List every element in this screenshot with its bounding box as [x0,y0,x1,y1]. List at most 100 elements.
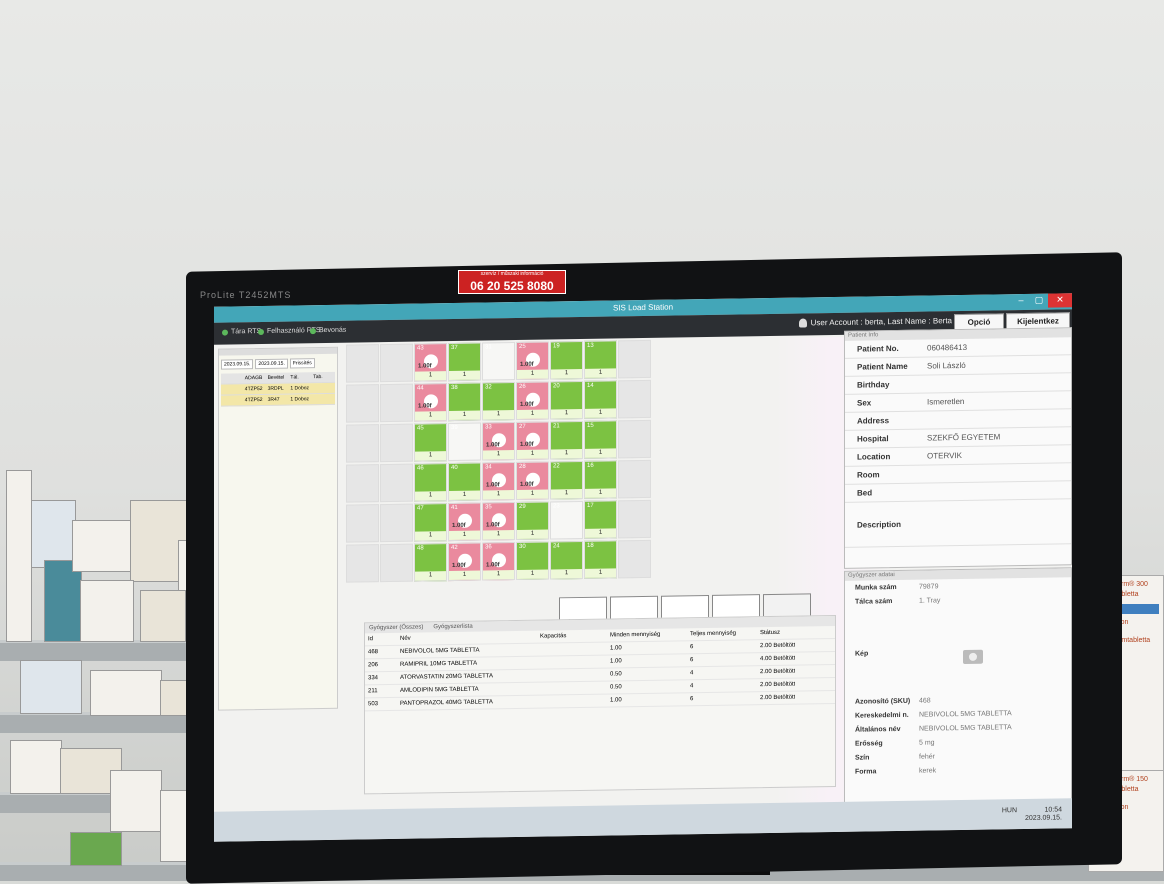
language-indicator[interactable]: HUN [1002,807,1017,823]
tray-cell[interactable]: 37 1 [448,342,481,382]
date-from-input[interactable]: 2023.09.15. [221,359,254,370]
tray-cell[interactable]: 13 1 [584,340,617,379]
window-controls: – ▢ ✕ [1012,293,1072,308]
dose-label: 1.00f [520,361,534,368]
tray-cell[interactable]: 42 1.00f 1 [448,542,481,582]
tray-cell[interactable]: 35 1.00f 1 [482,502,515,541]
tray-cell[interactable]: 43 1.00f 1 [414,343,447,382]
tray-cell-empty[interactable] [346,544,379,583]
cell-count: 1 [517,449,548,459]
tray-cell[interactable]: 14 1 [584,380,617,419]
close-button[interactable]: ✕ [1048,293,1072,308]
tray-cell-empty[interactable] [618,379,651,419]
tray-cell[interactable]: 25 1.00f 1 [516,341,549,380]
cell: 0.50 [610,671,622,678]
tray-cell-empty[interactable] [346,464,379,503]
tray-cell-empty[interactable] [380,343,413,383]
tray-cell[interactable]: 26 1.00f 1 [516,381,549,420]
tray-cell-empty[interactable] [380,543,413,583]
tray-cell[interactable]: 31 [482,342,515,381]
tray-cell[interactable]: 16 1 [584,460,617,499]
tray-cell-empty[interactable] [618,459,651,499]
cell: ATORVASTATIN 20MG TABLETTA [400,673,494,681]
screen: SIS Load Station – ▢ ✕ Tára RTS Felhaszn… [214,293,1072,842]
tray-cell-empty[interactable] [346,424,379,463]
tray-cell[interactable]: 23 [550,500,583,540]
cell: 1 Doboz [290,396,310,403]
tray-cell[interactable]: 18 1 [584,540,617,579]
cell-number: 26 [519,383,526,390]
clock[interactable]: 10:54 2023.09.15. [1025,806,1062,823]
tray-cell[interactable]: 38 1 [448,382,481,422]
cell-count: 1 [551,408,582,419]
tray-cell[interactable]: 15 1 [584,420,617,459]
tray-cell[interactable]: 45 1 [414,423,447,462]
cell-number: 38 [451,384,458,392]
tray-cell-empty[interactable] [618,539,651,579]
date-to-input[interactable]: 2023.09.15. [255,358,288,370]
minimize-button[interactable]: – [1012,293,1030,308]
dose-label: 1.00f [520,441,534,448]
camera-icon[interactable] [963,649,983,664]
column-header [221,373,244,383]
tray-cell[interactable]: 22 1 [550,460,583,500]
tray-cell[interactable]: 27 1.00f 1 [516,421,549,460]
medicine-box [10,740,62,794]
cell: 6 [690,657,694,664]
cell-count: 1 [449,530,480,541]
info-row: Description [845,499,1071,548]
tray-cell-empty[interactable] [618,499,651,539]
info-value: 79879 [919,582,939,591]
tray-cell[interactable]: 17 1 [584,500,617,539]
tray-cell-empty[interactable] [346,384,379,423]
tray-cell[interactable]: 46 1 [414,463,447,502]
tray-cell-empty[interactable] [346,504,379,543]
tray-cell[interactable]: 30 1 [516,541,549,580]
toolbar-item[interactable]: Bevonás [310,327,346,335]
tray-cell[interactable]: 33 1.00f 1 [482,422,515,461]
cell-count: 1 [551,568,582,579]
tray-cell[interactable]: 36 1.00f 1 [482,542,515,581]
tray-cell-empty[interactable] [380,383,413,423]
tray-cell-empty[interactable] [618,419,651,459]
tray-cell-empty[interactable] [380,503,413,543]
tab-list[interactable]: Gyógyszerlista [433,622,472,633]
tray-cell[interactable]: 19 1 [550,340,583,380]
tray-cell[interactable]: 28 1.00f 1 [516,461,549,500]
tray-cell[interactable]: 29 1 [516,501,549,540]
cell-count: 1 [415,571,446,581]
cell-number: 13 [587,342,594,349]
tray-cell-empty[interactable] [618,339,651,379]
tray-cell-empty[interactable] [380,423,413,463]
tray-cell[interactable]: 41 1.00f 1 [448,502,481,542]
cell [540,643,610,656]
toolbar-item[interactable]: Tára RTS [222,328,261,336]
cell-number: 21 [553,423,560,430]
info-value: Soli László [927,360,966,371]
tray-cell[interactable]: 32 1 [482,382,515,421]
info-value: 468 [919,696,931,705]
tray-cell-empty[interactable] [380,463,413,503]
cell-number: 39 [451,424,458,432]
tray-cell[interactable]: 47 1 [414,503,447,542]
tray-cell[interactable]: 39 [448,422,481,462]
cell: 4 [690,683,694,690]
tray-cell[interactable]: 40 1 [448,462,481,502]
medicine-box [140,590,186,642]
info-key: Tálca szám [855,597,893,606]
tray-cell[interactable]: 44 1.00f 1 [414,383,447,422]
tray-cell[interactable]: 24 1 [550,540,583,580]
info-value: Ismeretlen [927,396,965,407]
tray-cell[interactable]: 21 1 [550,420,583,460]
tray-cell[interactable]: 48 1 [414,543,447,582]
user-icon [798,318,807,328]
tray-cell-empty[interactable] [346,344,379,383]
tray-cell[interactable]: 34 1.00f 1 [482,462,515,501]
tray-cell[interactable]: 20 1 [550,380,583,420]
refresh-button[interactable]: Frissítés [289,358,315,369]
cell [221,395,244,405]
maximize-button[interactable]: ▢ [1030,293,1048,308]
column-header: Minden mennyiség [610,631,661,639]
monitor-model: ProLite T2452MTS [200,290,292,300]
table-row[interactable]: 4TZP52 3R47 1 Doboz [221,393,335,407]
